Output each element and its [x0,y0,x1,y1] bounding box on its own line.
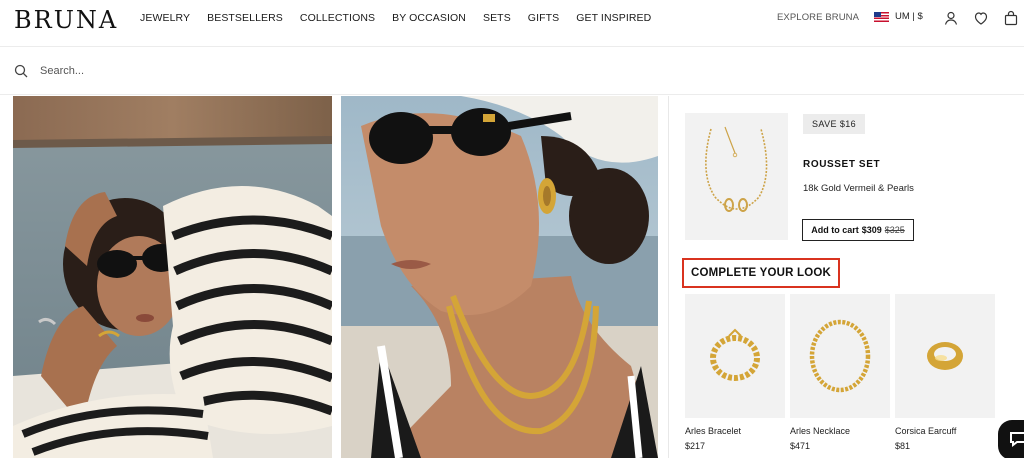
nav-bestsellers[interactable]: BESTSELLERS [207,12,283,24]
nav-sets[interactable]: SETS [483,12,511,24]
product-image[interactable] [790,294,890,418]
nav-collections[interactable]: COLLECTIONS [300,12,375,24]
product-price: $81 [895,441,911,451]
product-image[interactable] [895,294,995,418]
set-old-price: $325 [884,225,905,235]
add-to-cart-button[interactable]: Add to cart $309 $325 [802,219,914,241]
look-heading-text: COMPLETE YOUR LOOK [690,267,832,279]
nav-get-inspired[interactable]: GET INSPIRED [576,12,651,24]
set-price: $309 [861,225,882,235]
nav-gifts[interactable]: GIFTS [528,12,559,24]
product-price: $217 [685,441,706,451]
main-nav: JEWELRY BESTSELLERS COLLECTIONS BY OCCAS… [140,12,651,24]
chat-button[interactable] [998,420,1024,458]
lifestyle-photo-striped-sweater [13,96,332,458]
chat-bubble-icon [1010,432,1024,447]
search-icon[interactable] [14,64,28,78]
complete-your-look-heading: COMPLETE YOUR LOOK [682,258,840,288]
locale-label: UM | $ [895,11,923,22]
product-price: $471 [790,441,811,451]
product-name[interactable]: Corsica Earcuff [895,426,995,436]
rousset-set-image[interactable] [685,113,788,240]
brand-logo[interactable]: BRUNA [14,6,118,34]
product-card-corsica-earcuff[interactable]: Corsica Earcuff $81 [895,294,995,451]
nav-jewelry[interactable]: JEWELRY [140,12,190,24]
search-input[interactable] [40,61,440,81]
us-flag-icon [874,11,889,22]
product-name[interactable]: Arles Necklace [790,426,890,436]
product-name[interactable]: Arles Bracelet [685,426,785,436]
wishlist-heart-icon[interactable] [973,10,989,26]
save-badge: SAVE $16 [803,114,865,134]
site-header: BRUNA JEWELRY BESTSELLERS COLLECTIONS BY… [0,0,1024,47]
search-bar [0,47,1024,95]
account-icon[interactable] [943,10,959,26]
column-divider [668,96,669,458]
product-image[interactable] [685,294,785,418]
explore-link[interactable]: EXPLORE BRUNA [777,12,859,23]
locale-selector[interactable]: UM | $ [874,11,923,22]
product-card-arles-bracelet[interactable]: Arles Bracelet $217 [685,294,785,451]
nav-by-occasion[interactable]: BY OCCASION [392,12,466,24]
product-card-arles-necklace[interactable]: Arles Necklace $471 [790,294,890,451]
cart-bag-icon[interactable] [1003,10,1019,26]
set-subtitle: 18k Gold Vermeil & Pearls [803,183,914,194]
lifestyle-photo-gold-necklaces [341,96,658,458]
add-to-cart-label: Add to cart [811,225,859,235]
set-title[interactable]: ROUSSET SET [803,159,880,170]
